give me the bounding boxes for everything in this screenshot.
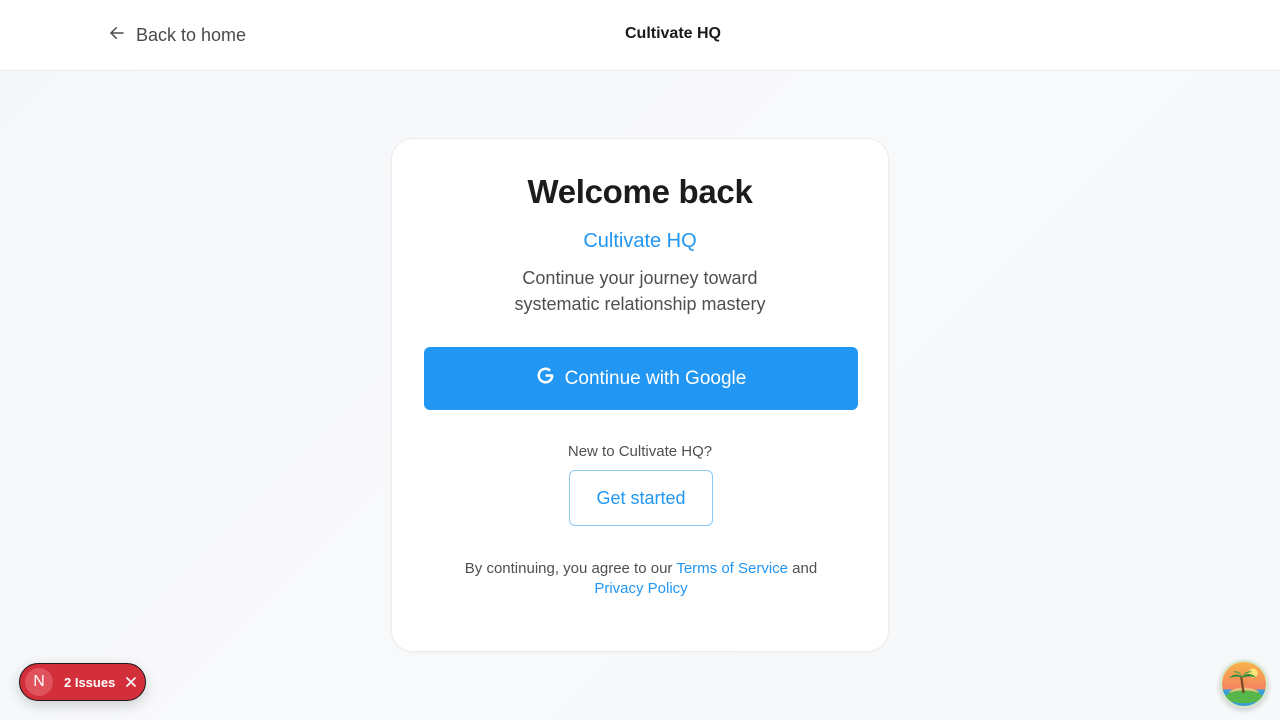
continue-with-google-button[interactable]: Continue with Google [424, 347, 858, 410]
legal-prefix: By continuing, you agree to our [464, 560, 677, 577]
island-avatar-icon[interactable] [1220, 660, 1268, 708]
nextjs-badge: N [25, 668, 53, 696]
page-title: Welcome back [527, 173, 753, 210]
dev-issues-pill[interactable]: N 2 Issues [19, 663, 146, 701]
issues-count-label: 2 Issues [64, 674, 116, 690]
close-icon[interactable] [124, 675, 138, 689]
terms-of-service-link[interactable]: Terms of Service [676, 560, 788, 577]
back-to-home-label: Back to home [136, 24, 247, 45]
card-brand-name: Cultivate HQ [583, 230, 697, 252]
tagline-line-1: Continue your journey toward [522, 268, 758, 288]
privacy-policy-link[interactable]: Privacy Policy [594, 580, 687, 597]
back-to-home-link[interactable]: Back to home [108, 22, 246, 48]
new-user-prompt: New to Cultivate HQ? [567, 443, 713, 460]
arrow-left-icon [108, 24, 126, 47]
google-icon [536, 366, 555, 391]
continue-with-google-label: Continue with Google [564, 367, 747, 389]
legal-notice: By continuing, you agree to our Terms of… [432, 559, 850, 599]
tagline-line-2: systematic relationship mastery [514, 294, 766, 314]
sign-in-card: Welcome back Cultivate HQ Continue your … [391, 138, 889, 652]
get-started-button[interactable]: Get started [569, 470, 713, 526]
card-tagline: Continue your journey toward systematic … [392, 265, 888, 317]
top-header: Back to home Cultivate HQ [0, 0, 1280, 71]
legal-middle: and [788, 560, 818, 577]
